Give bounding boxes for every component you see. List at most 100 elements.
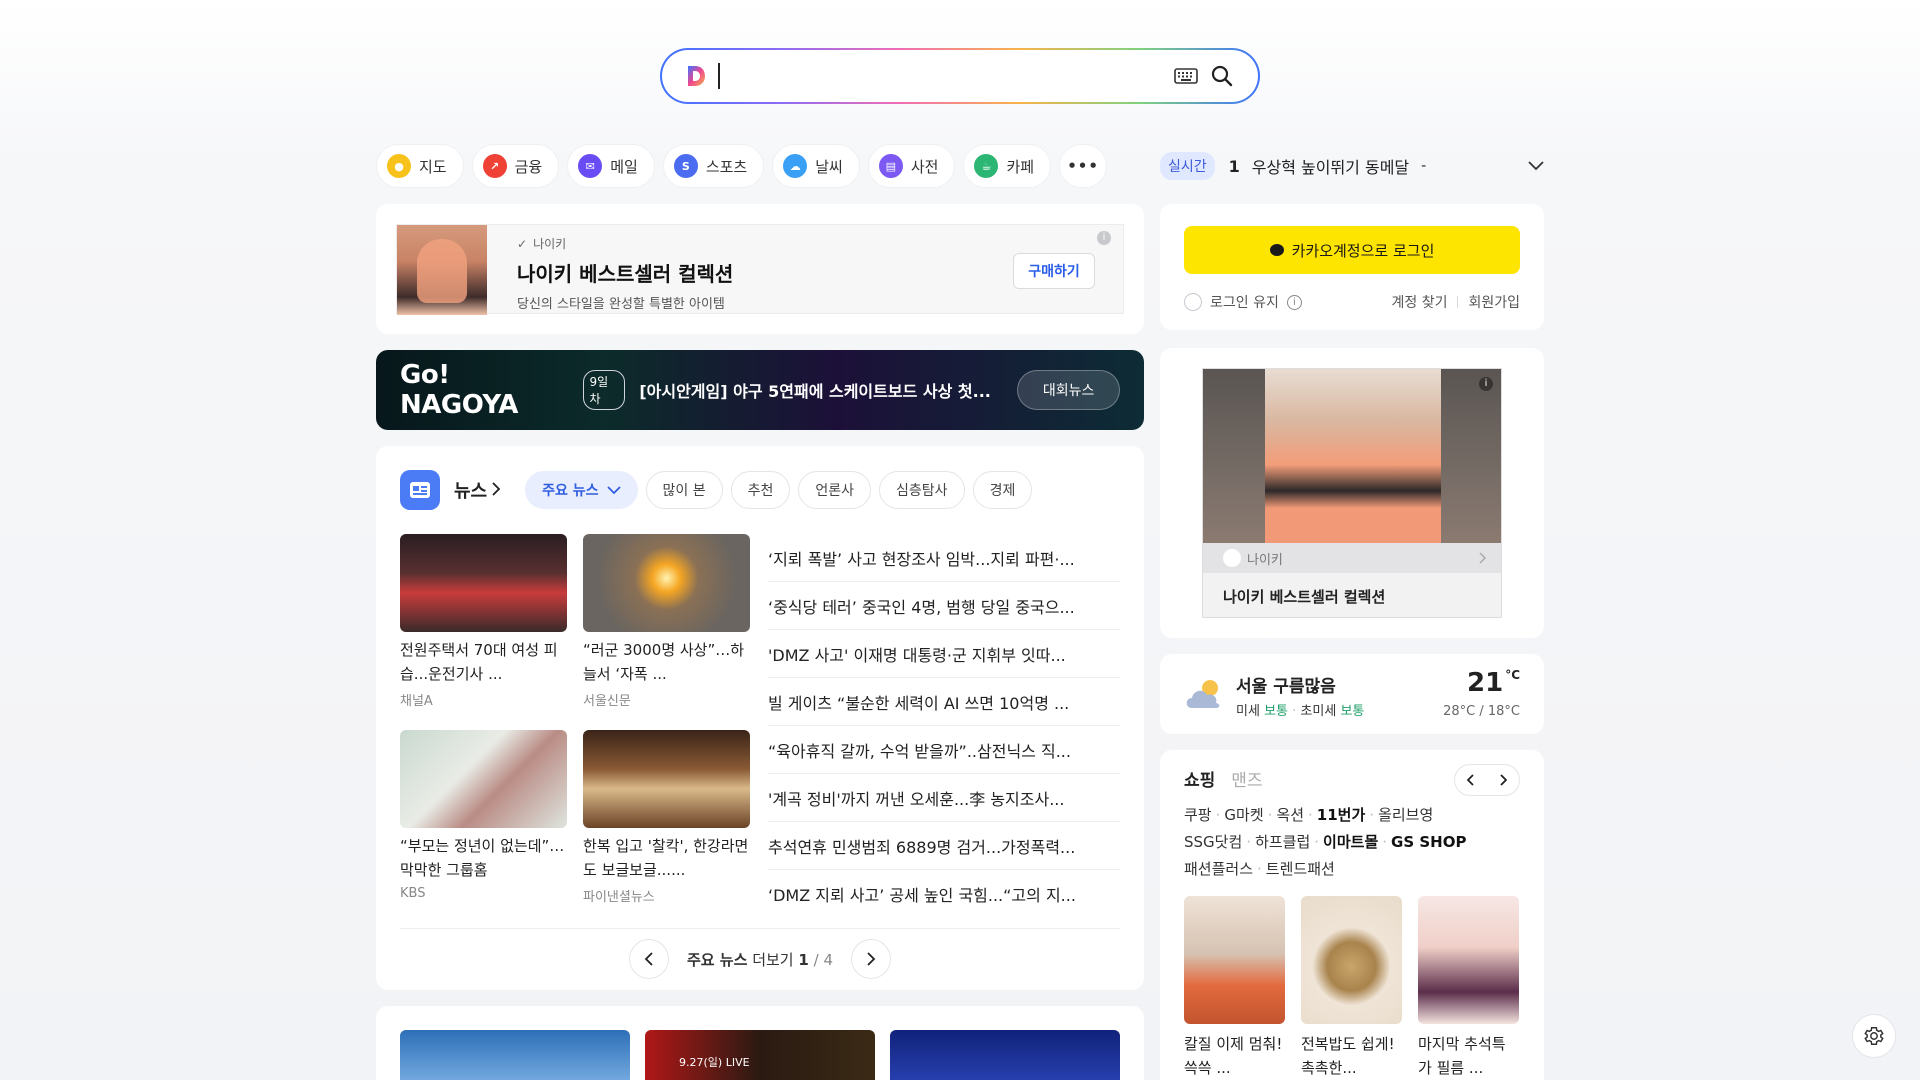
news-logo-icon[interactable] [400,470,440,510]
pager-label: 주요 뉴스 [686,950,748,969]
mall-link[interactable]: 올리브영 [1378,806,1433,824]
news-title[interactable]: 뉴스 [454,477,487,503]
news-headline[interactable]: ‘지뢰 폭발’ 사고 현장조사 임박...지뢰 파편·... [768,534,1120,582]
service-sports[interactable]: S 스포츠 [662,144,765,188]
mall-link[interactable]: 트렌드패션 [1266,860,1335,878]
news-thumbnail[interactable] [400,730,567,828]
mall-link[interactable]: SSG닷컴 [1184,833,1242,851]
mall-link[interactable]: 하프클럽 [1255,833,1310,851]
tab-label: 심층탐사 [896,483,948,499]
mall-link[interactable]: 쿠팡 [1184,806,1212,824]
mall-link[interactable]: 패션플러스 [1184,860,1253,878]
mall-link[interactable]: 이마트몰 [1323,833,1378,851]
mall-link[interactable]: G마켓 [1224,806,1263,824]
news-thumb-item[interactable]: 한복 입고 '찰칵', 한강라면도 보글보글...... 파이낸셜뉴스 [583,730,750,910]
kakao-login-button[interactable]: 카카오계정으로 로그인 [1184,226,1520,274]
service-mail[interactable]: ✉ 메일 [567,144,655,188]
search-input[interactable] [720,56,1168,96]
news-thumb-item[interactable]: “러군 3000명 사상”…하늘서 ‘자폭 ... 서울신문 [583,534,750,714]
keyboard-icon[interactable] [1168,58,1204,94]
prev-page-button[interactable] [628,939,669,979]
service-label: 사전 [910,157,939,176]
daum-logo-icon[interactable] [684,62,708,90]
mall-link[interactable]: 옥션 [1276,806,1304,824]
product-title[interactable]: 마지막 추석특가 필름 ... [1418,1032,1519,1080]
news-thumb-title[interactable]: 한복 입고 '찰칵', 한강라면도 보글보글...... [583,834,750,882]
realtime-keyword[interactable]: 우상혁 높이뛰기 동메달 [1252,154,1409,178]
chevron-down-icon[interactable] [1528,156,1544,175]
news-thumb-title[interactable]: 전원주택서 70대 여성 피습...운전기사 ... [400,638,567,686]
video-thumbnail[interactable]: 9.27(일) LIVE [645,1030,875,1080]
service-dictionary[interactable]: ▤ 사전 [867,144,956,188]
video-thumbnail[interactable] [890,1030,1120,1080]
ad-thumbnail[interactable] [397,225,487,315]
news-headline[interactable]: ‘중식당 테러’ 중국인 4명, 범행 당일 중국으... [768,582,1120,630]
product-image[interactable] [1301,896,1402,1024]
news-headline[interactable]: 추석연휴 민생범죄 6889명 검거...가정폭력... [768,822,1120,870]
ad-banner[interactable]: ✓ 나이키 나이키 베스트셀러 컬렉션 당신의 스타일을 완성할 특별한 아이템 … [396,224,1124,315]
ad-title[interactable]: 나이키 베스트셀러 컬렉션 [517,258,733,287]
tab-shopping[interactable]: 쇼핑 [1184,766,1215,791]
keep-login-label[interactable]: 로그인 유지 [1210,292,1279,312]
info-icon[interactable]: i [1286,294,1302,310]
news-thumb-title[interactable]: “부모는 정년이 없는데”…막막한 그룹홈 [400,834,567,882]
chevron-right-icon[interactable] [491,481,501,500]
news-thumbnail[interactable] [400,534,567,632]
asian-games-banner[interactable]: Go! NAGOYA 9일차 [아시안게임] 야구 5연패에 스케이트보드 사상… [376,350,1144,430]
news-thumb-item[interactable]: “부모는 정년이 없는데”…막막한 그룹홈 KBS [400,730,567,910]
product-image[interactable] [1184,896,1285,1024]
news-thumbnail[interactable] [583,534,750,632]
tab-label: 언론사 [815,483,855,499]
weather-card[interactable]: 서울 구름많음 미세 보통 · 초미세 보통 21 °C 28°C / 18°C [1160,654,1544,734]
news-headline[interactable]: 'DMZ 사고' 이재명 대통령·군 지휘부 잇따... [768,630,1120,678]
buy-button[interactable]: 구매하기 [1013,253,1095,289]
next-page-button[interactable] [851,939,891,979]
side-ad-banner[interactable]: i 나이키 나이키 베스트셀러 컬렉션 [1202,368,1502,618]
mall-link[interactable]: 11번가 [1317,806,1365,824]
service-weather[interactable]: ☁ 날씨 [772,144,860,188]
tab-main-news[interactable]: 주요 뉴스 [525,471,638,509]
tab-in-depth[interactable]: 심층탐사 [879,471,965,509]
service-finance[interactable]: ↗ 금융 [471,144,560,188]
tab-economy[interactable]: 경제 [972,471,1033,509]
prev-button[interactable] [1455,765,1487,795]
product-title[interactable]: 칼질 이제 멈춰! 쓱쓱 ... [1184,1032,1285,1080]
tab-press[interactable]: 언론사 [798,471,872,509]
next-button[interactable] [1487,765,1519,795]
product-title[interactable]: 전복밥도 쉽게! 촉촉한... [1301,1032,1402,1080]
news-headline[interactable]: “육아휴직 갈까, 수억 받을까”..삼전닉스 직... [768,726,1120,774]
keep-login-radio[interactable] [1184,293,1202,311]
news-more-link[interactable]: 주요 뉴스 더보기 1 / 4 [687,949,833,970]
product-item[interactable]: 전복밥도 쉽게! 촉촉한... [1301,896,1402,1080]
news-headline[interactable]: 빌 게이츠 “불순한 세력이 AI 쓰면 10억명 ... [768,678,1120,726]
signup-link[interactable]: 회원가입 [1468,292,1520,312]
search-bar [660,48,1260,104]
news-headline-list: ‘지뢰 폭발’ 사고 현장조사 임박...지뢰 파편·... ‘중식당 테러’ … [768,534,1120,918]
find-account-link[interactable]: 계정 찾기 [1391,292,1447,312]
side-ad-title[interactable]: 나이키 베스트셀러 컬렉션 [1203,573,1501,617]
service-map[interactable]: ● 지도 [376,144,464,188]
settings-button[interactable] [1852,1014,1896,1058]
product-item[interactable]: 칼질 이제 멈춰! 쓱쓱 ... [1184,896,1285,1080]
tab-mens[interactable]: 맨즈 [1231,766,1262,791]
realtime-keywords[interactable]: 실시간 1 우상혁 높이뛰기 동메달 - [1160,150,1544,182]
more-services-button[interactable]: ••• [1059,144,1108,188]
search-icon[interactable] [1204,58,1240,94]
ad-info-icon[interactable]: i [1479,377,1493,391]
news-headline[interactable]: ‘DMZ 지뢰 사고’ 공세 높인 국힘...“고의 지... [768,870,1120,918]
tab-recommended[interactable]: 추천 [730,471,791,509]
news-thumb-title[interactable]: “러군 3000명 사상”…하늘서 ‘자폭 ... [583,638,750,686]
side-ad-image[interactable] [1203,369,1501,543]
tournament-news-button[interactable]: 대회뉴스 [1017,370,1121,410]
news-headline[interactable]: '계곡 정비'까지 꺼낸 오세훈...李 농지조사... [768,774,1120,822]
service-cafe[interactable]: ☕ 카페 [963,144,1052,188]
mall-link[interactable]: GS SHOP [1391,833,1466,851]
tab-most-viewed[interactable]: 많이 본 [645,471,723,509]
ad-info-icon[interactable]: i [1097,231,1111,245]
product-image[interactable] [1418,896,1519,1024]
banner-headline[interactable]: [아시안게임] 야구 5연패에 스케이트보드 사상 첫... [639,378,1017,402]
news-thumbnail[interactable] [583,730,750,828]
video-thumbnail[interactable] [400,1030,630,1080]
news-thumb-item[interactable]: 전원주택서 70대 여성 피습...운전기사 ... 채널A [400,534,567,714]
product-item[interactable]: 마지막 추석특가 필름 ... [1418,896,1519,1080]
